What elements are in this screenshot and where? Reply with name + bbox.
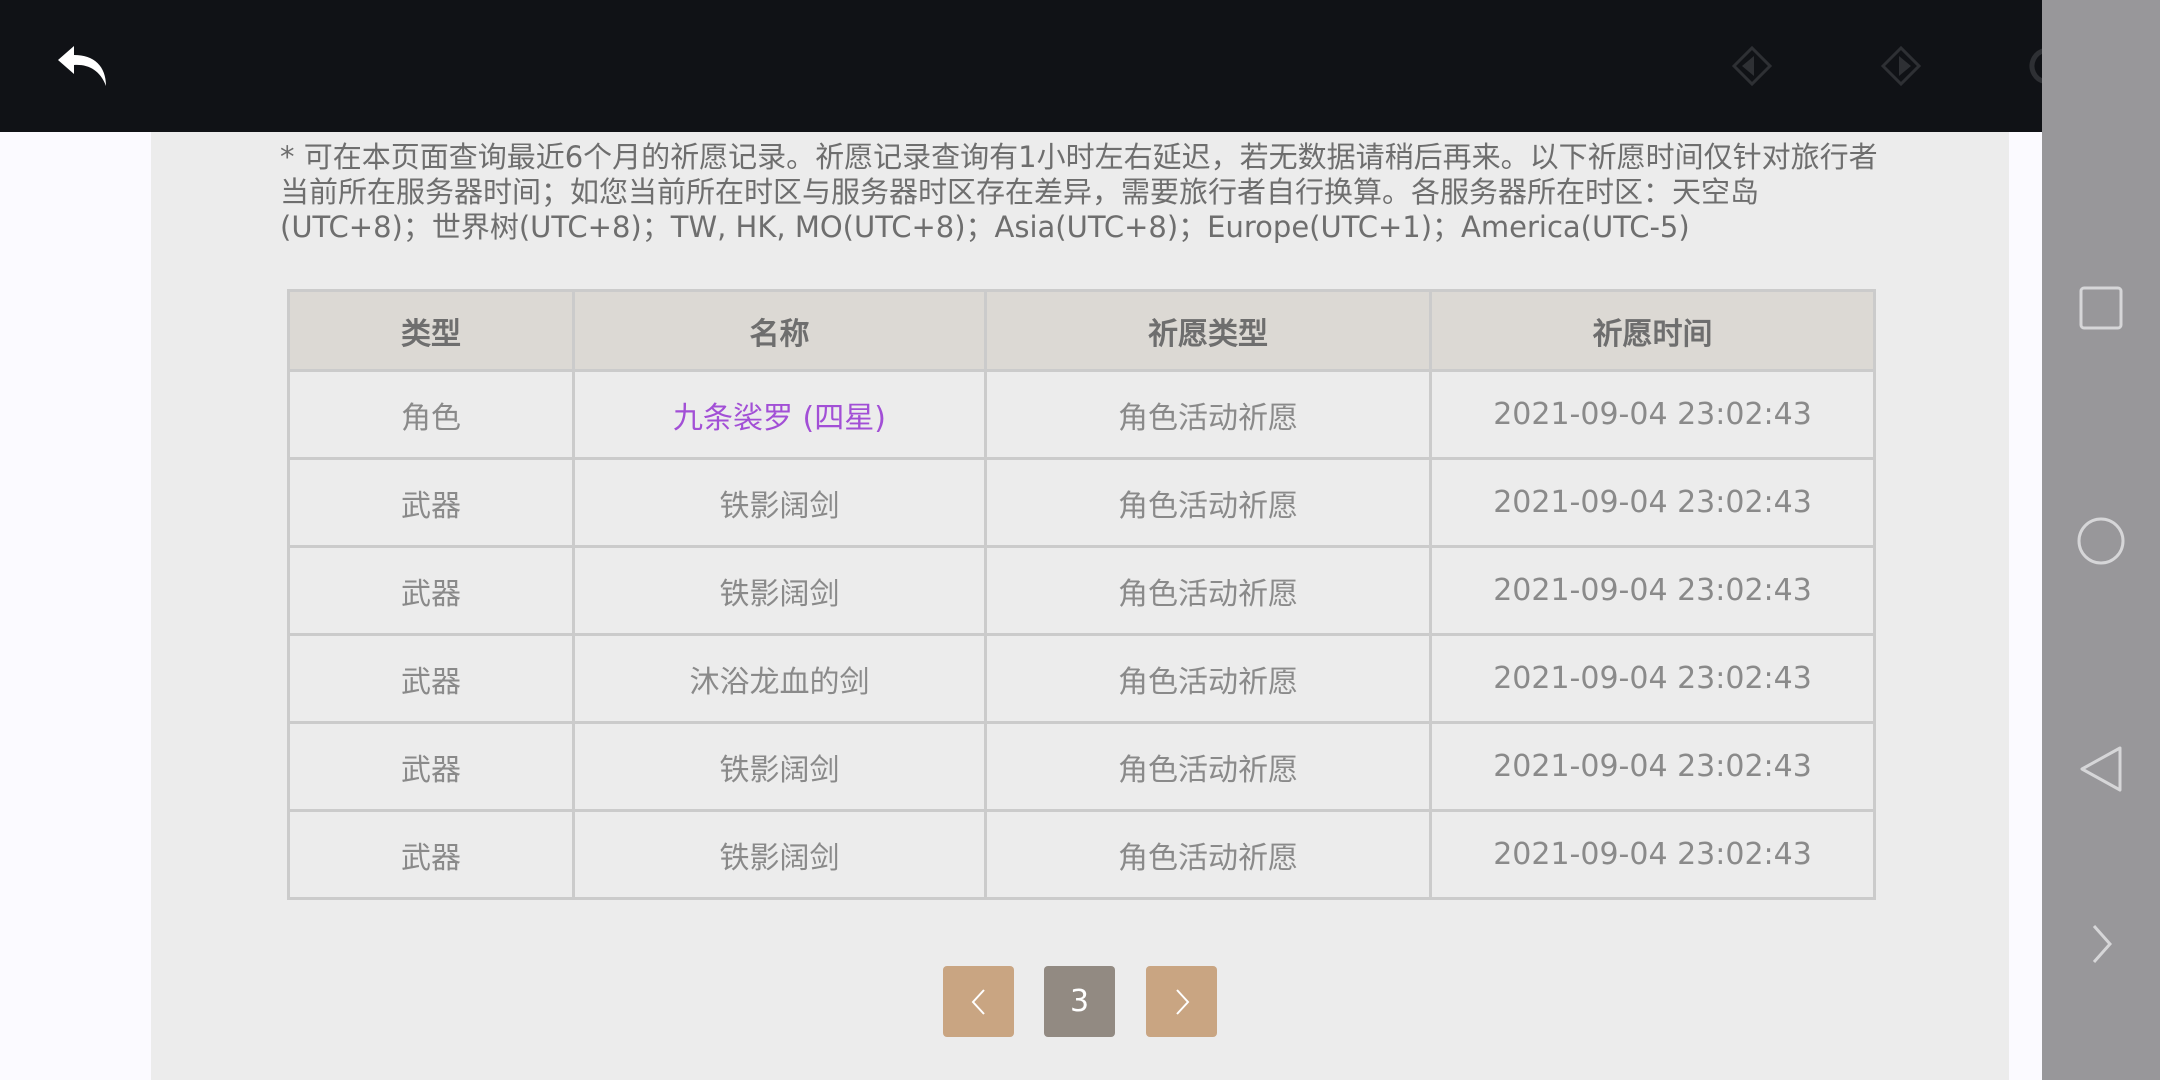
triangle-back-icon[interactable]	[2078, 745, 2124, 793]
table-row: 武器 铁影阔剑 角色活动祈愿 2021-09-04 23:02:43	[287, 457, 1876, 548]
header-name: 名称	[572, 289, 987, 372]
cell-name: 沐浴龙血的剑	[572, 633, 987, 724]
cell-name: 铁影阔剑	[572, 809, 987, 900]
system-nav-bar	[2042, 0, 2160, 1080]
table-row: 角色 九条裟罗 (四星) 角色活动祈愿 2021-09-04 23:02:43	[287, 369, 1876, 460]
chevron-left-icon	[971, 988, 985, 1015]
wish-history-panel: * 可在本页面查询最近6个月的祈愿记录。祈愿记录查询有1小时左右延迟，若无数据请…	[151, 132, 2009, 1080]
cell-type: 武器	[287, 545, 575, 636]
circle-icon[interactable]	[2076, 516, 2126, 566]
table-row: 武器 铁影阔剑 角色活动祈愿 2021-09-04 23:02:43	[287, 809, 1876, 900]
notice-text: * 可在本页面查询最近6个月的祈愿记录。祈愿记录查询有1小时左右延迟，若无数据请…	[280, 140, 1878, 244]
cell-name: 九条裟罗 (四星)	[572, 369, 987, 460]
cell-wish-type: 角色活动祈愿	[984, 545, 1432, 636]
square-icon[interactable]	[2079, 286, 2123, 330]
cell-wish-type: 角色活动祈愿	[984, 633, 1432, 724]
cell-type: 武器	[287, 721, 575, 812]
next-page-button[interactable]	[1146, 966, 1217, 1037]
header-wish-type: 祈愿类型	[984, 289, 1432, 372]
current-page-button[interactable]: 3	[1044, 966, 1115, 1037]
next-diamond-icon[interactable]	[1879, 44, 1923, 88]
prev-page-button[interactable]	[943, 966, 1014, 1037]
table-row: 武器 铁影阔剑 角色活动祈愿 2021-09-04 23:02:43	[287, 721, 1876, 812]
cell-time: 2021-09-04 23:02:43	[1429, 545, 1876, 636]
header-type: 类型	[287, 289, 575, 372]
cell-name: 铁影阔剑	[572, 721, 987, 812]
cell-wish-type: 角色活动祈愿	[984, 457, 1432, 548]
cell-type: 角色	[287, 369, 575, 460]
cell-name: 铁影阔剑	[572, 545, 987, 636]
cell-type: 武器	[287, 809, 575, 900]
cell-time: 2021-09-04 23:02:43	[1429, 369, 1876, 460]
header-time: 祈愿时间	[1429, 289, 1876, 372]
cell-wish-type: 角色活动祈愿	[984, 809, 1432, 900]
chevron-right-icon	[1175, 988, 1189, 1015]
cell-time: 2021-09-04 23:02:43	[1429, 721, 1876, 812]
cell-type: 武器	[287, 457, 575, 548]
cell-time: 2021-09-04 23:02:43	[1429, 633, 1876, 724]
prev-diamond-icon[interactable]	[1730, 44, 1774, 88]
table-row: 武器 沐浴龙血的剑 角色活动祈愿 2021-09-04 23:02:43	[287, 633, 1876, 724]
cell-wish-type: 角色活动祈愿	[984, 721, 1432, 812]
cell-type: 武器	[287, 633, 575, 724]
table-row: 武器 铁影阔剑 角色活动祈愿 2021-09-04 23:02:43	[287, 545, 1876, 636]
cell-wish-type: 角色活动祈愿	[984, 369, 1432, 460]
cell-time: 2021-09-04 23:02:43	[1429, 457, 1876, 548]
top-toolbar	[0, 0, 2067, 132]
back-arrow-icon[interactable]	[56, 42, 110, 90]
wish-history-table: 类型 名称 祈愿类型 祈愿时间 角色 九条裟罗 (四星) 角色活动祈愿 2021…	[287, 289, 1876, 900]
cell-name: 铁影阔剑	[572, 457, 987, 548]
table-header-row: 类型 名称 祈愿类型 祈愿时间	[287, 289, 1876, 372]
chevron-right-icon[interactable]	[2090, 922, 2114, 966]
cell-time: 2021-09-04 23:02:43	[1429, 809, 1876, 900]
